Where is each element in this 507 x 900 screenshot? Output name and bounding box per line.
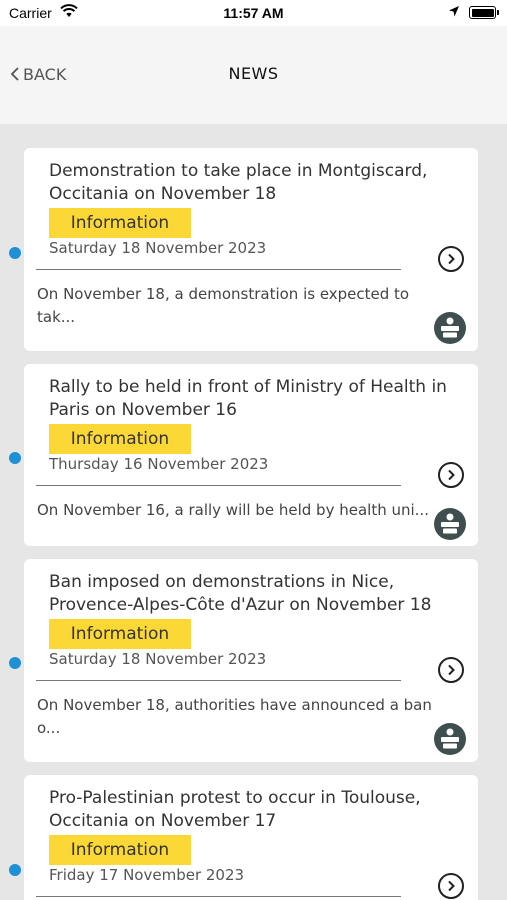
divider xyxy=(36,896,401,897)
category-badge: Information xyxy=(49,835,191,865)
protest-category-icon xyxy=(434,508,466,540)
chevron-right-icon xyxy=(448,880,455,892)
unread-indicator xyxy=(9,452,21,464)
news-title: Pro-Palestinian protest to occur in Toul… xyxy=(49,788,421,831)
clock: 11:57 AM xyxy=(223,5,284,21)
open-news-button[interactable] xyxy=(438,462,464,488)
news-title: Rally to be held in front of Ministry of… xyxy=(49,377,447,420)
news-summary: On November 16, a rally will be held by … xyxy=(37,501,429,519)
news-date: Thursday 16 November 2023 xyxy=(49,455,269,473)
news-card[interactable]: Ban imposed on demonstrations in Nice, P… xyxy=(24,559,478,762)
chevron-right-icon xyxy=(448,469,455,481)
category-badge: Information xyxy=(49,208,191,238)
navigation-bar: BACK NEWS xyxy=(0,26,507,124)
chevron-right-icon xyxy=(448,664,455,676)
news-card[interactable]: Rally to be held in front of Ministry of… xyxy=(24,364,478,546)
news-date: Saturday 18 November 2023 xyxy=(49,239,267,257)
protest-category-icon xyxy=(434,312,466,344)
news-card[interactable]: Pro-Palestinian protest to occur in Toul… xyxy=(24,775,478,900)
divider xyxy=(36,680,401,681)
open-news-button[interactable] xyxy=(438,873,464,899)
page-title: NEWS xyxy=(228,64,279,83)
location-arrow-icon xyxy=(448,5,460,21)
chevron-right-icon xyxy=(448,253,455,265)
open-news-button[interactable] xyxy=(438,657,464,683)
news-summary: On November 18, a demonstration is expec… xyxy=(37,285,410,326)
category-badge: Information xyxy=(49,424,191,454)
protest-category-icon xyxy=(434,723,466,755)
divider xyxy=(36,485,401,486)
open-news-button[interactable] xyxy=(438,246,464,272)
news-feed[interactable]: Demonstration to take place in Montgisca… xyxy=(0,124,507,900)
news-summary: On November 18, authorities have announc… xyxy=(37,696,432,737)
news-date: Friday 17 November 2023 xyxy=(49,866,245,884)
news-card[interactable]: Demonstration to take place in Montgisca… xyxy=(24,148,478,351)
battery-icon xyxy=(469,6,499,19)
news-date: Saturday 18 November 2023 xyxy=(49,650,267,668)
news-title: Demonstration to take place in Montgisca… xyxy=(49,161,428,204)
unread-indicator xyxy=(9,864,21,876)
category-badge: Information xyxy=(49,619,191,649)
unread-indicator xyxy=(9,657,21,669)
divider xyxy=(36,269,401,270)
unread-indicator xyxy=(9,247,21,259)
status-bar: Carrier 11:57 AM xyxy=(0,0,507,26)
news-title: Ban imposed on demonstrations in Nice, P… xyxy=(49,572,432,615)
